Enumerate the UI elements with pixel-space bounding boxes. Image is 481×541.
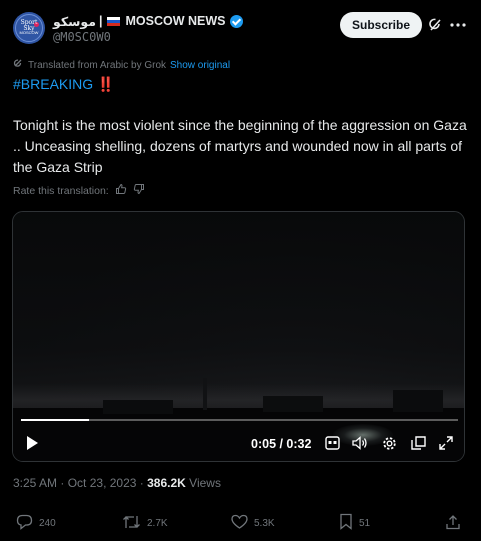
verified-badge-icon <box>230 14 244 28</box>
bookmark-count: 51 <box>359 517 371 529</box>
grok-icon[interactable] <box>428 16 444 34</box>
video-progress-fill <box>21 419 90 421</box>
rate-translation: Rate this translation: <box>13 183 145 198</box>
video-frame-pole <box>203 378 207 410</box>
show-original-link[interactable]: Show original <box>170 60 230 71</box>
pip-icon[interactable] <box>409 434 427 452</box>
video-player[interactable]: 0:05 / 0:32 <box>12 211 465 462</box>
fullscreen-icon[interactable] <box>437 434 455 452</box>
hashtag-breaking[interactable]: #BREAKING ‼️ <box>13 76 114 93</box>
rate-translation-label: Rate this translation: <box>13 184 109 197</box>
settings-icon[interactable] <box>380 434 398 452</box>
video-progress-bar[interactable] <box>21 419 458 421</box>
reply-count: 240 <box>39 517 56 529</box>
volume-icon[interactable] <box>351 434 369 452</box>
post-text: Tonight is the most violent since the be… <box>13 117 467 175</box>
post-date[interactable]: Oct 23, 2023 <box>68 476 137 490</box>
video-frame-building <box>263 396 323 412</box>
video-time: 0:05 / 0:32 <box>251 437 312 451</box>
view-count: 386.2K <box>147 476 186 490</box>
meta-separator: · <box>60 476 65 490</box>
heart-icon <box>231 514 248 532</box>
thumbs-up-icon[interactable] <box>115 183 127 198</box>
avatar-logo-subtext: MOSCOW <box>19 30 39 35</box>
bookmark-button[interactable]: 51 <box>339 512 370 534</box>
share-icon <box>445 514 461 533</box>
play-icon[interactable] <box>23 434 41 452</box>
views-label: Views <box>189 476 221 490</box>
avatar[interactable]: Sport Sky MOSCOW <box>13 12 45 44</box>
meta-separator: · <box>139 476 144 490</box>
repost-button[interactable]: 2.7K <box>122 512 168 534</box>
display-name[interactable]: موسكو | MOSCOW NEWS <box>53 12 244 30</box>
translation-note: Translated from Arabic by Grok Show orig… <box>13 58 230 72</box>
display-name-english: MOSCOW NEWS <box>125 14 226 28</box>
hashtag-text[interactable]: #BREAKING <box>13 76 93 92</box>
post-time[interactable]: 3:25 AM <box>13 476 57 490</box>
translate-icon <box>13 58 24 72</box>
display-name-arabic: موسكو <box>53 14 96 29</box>
video-frame-building <box>103 400 173 414</box>
bookmark-icon <box>339 513 353 533</box>
russia-flag-icon <box>107 16 121 26</box>
like-count: 5.3K <box>254 517 275 529</box>
post-meta: 3:25 AM · Oct 23, 2023 · 386.2K Views <box>13 476 221 490</box>
video-frame-building <box>393 390 443 412</box>
display-name-separator: | <box>98 14 103 28</box>
user-handle[interactable]: @M0SC0W0 <box>53 30 111 44</box>
thumbs-down-icon[interactable] <box>133 183 145 198</box>
repost-count: 2.7K <box>147 517 168 529</box>
like-button[interactable]: 5.3K <box>231 512 275 534</box>
more-icon[interactable] <box>449 18 467 32</box>
subscribe-button[interactable]: Subscribe <box>340 12 422 38</box>
double-exclamation-emoji: ‼️ <box>97 76 115 92</box>
captions-icon[interactable] <box>323 434 341 452</box>
translation-note-text: Translated from Arabic by Grok <box>28 59 167 71</box>
reply-icon <box>16 514 33 533</box>
reply-button[interactable]: 240 <box>16 512 56 534</box>
share-button[interactable] <box>445 512 461 534</box>
repost-icon <box>122 514 141 533</box>
action-bar: 240 2.7K 5.3K 51 <box>0 512 481 534</box>
